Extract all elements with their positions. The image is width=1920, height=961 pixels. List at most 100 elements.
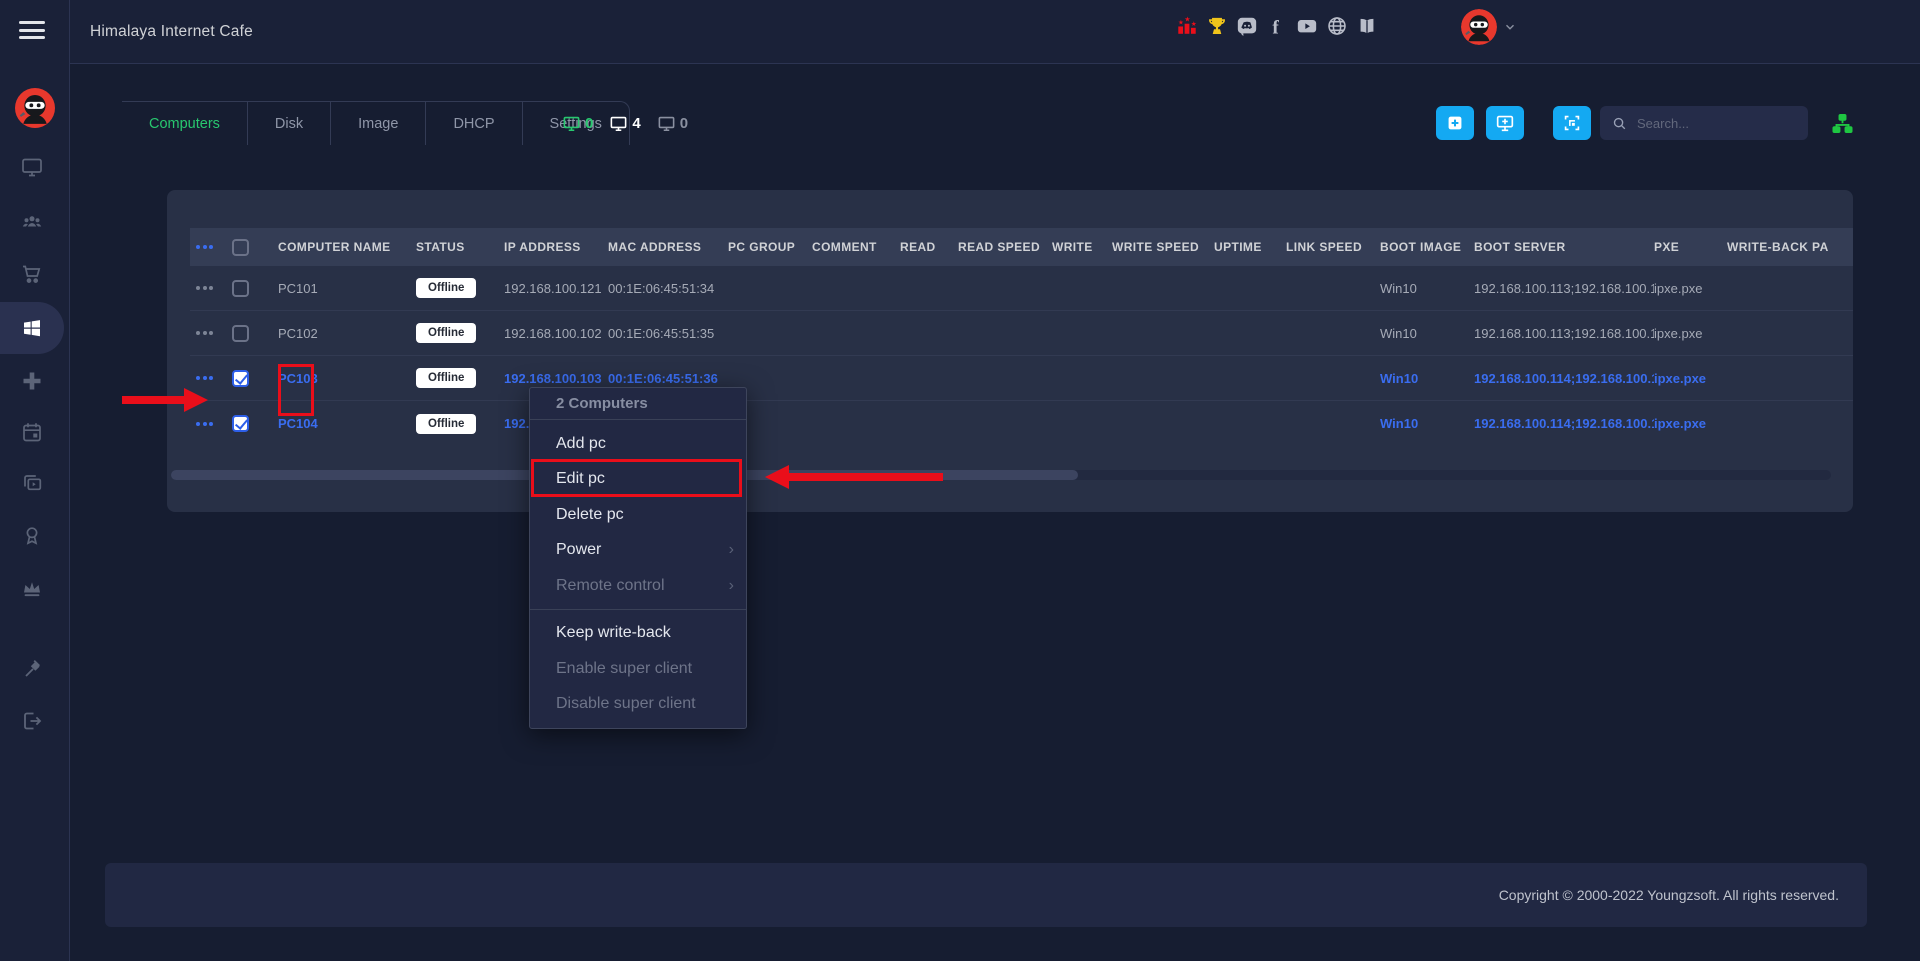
- counter-all[interactable]: 4: [609, 114, 640, 133]
- col-status: STATUS: [416, 240, 504, 254]
- menu-item-power[interactable]: Power›: [530, 533, 746, 569]
- search-input[interactable]: [1637, 116, 1796, 131]
- col-read-speed: READ SPEED: [958, 240, 1052, 254]
- sidebar-item-games[interactable]: [0, 355, 64, 407]
- row-actions-dots[interactable]: [190, 422, 232, 426]
- sidebar-item-tools[interactable]: [0, 642, 64, 694]
- annotation-arrow-head: [765, 465, 789, 489]
- cart-icon: [20, 262, 44, 286]
- counter-all-value: 4: [632, 115, 640, 132]
- row-checkbox[interactable]: [232, 325, 249, 342]
- book-icon[interactable]: [1356, 15, 1378, 37]
- counter-online-value: 0: [585, 115, 593, 132]
- svg-text:f: f: [1272, 17, 1279, 37]
- col-write-speed: WRITE SPEED: [1112, 240, 1214, 254]
- col-boot-image: BOOT IMAGE: [1380, 240, 1474, 254]
- cell-mac: 00:1E:06:45:51:34: [608, 281, 728, 296]
- sidebar-item-shop[interactable]: [0, 248, 64, 300]
- ninja-avatar[interactable]: [1461, 9, 1497, 45]
- table-row-pc102[interactable]: PC102 Offline 192.168.100.102 00:1E:06:4…: [190, 311, 1853, 356]
- annotation-rect-edit-pc: [531, 459, 742, 497]
- cell-boot-image: Win10: [1380, 326, 1474, 341]
- brand-logo-ninja[interactable]: [15, 88, 55, 128]
- col-write: WRITE: [1052, 240, 1112, 254]
- user-menu[interactable]: [1461, 9, 1517, 45]
- context-menu-header: 2 Computers: [530, 388, 746, 414]
- table-row-pc103[interactable]: PC103 Offline 192.168.100.103 00:1E:06:4…: [190, 356, 1853, 401]
- sidebar-item-calendar[interactable]: [0, 406, 64, 458]
- discord-icon[interactable]: [1236, 15, 1258, 37]
- select-all-checkbox[interactable]: [232, 239, 249, 256]
- col-computer-name: COMPUTER NAME: [278, 240, 416, 254]
- sidebar-item-premium[interactable]: [0, 562, 64, 614]
- col-pc-group: PC GROUP: [728, 240, 812, 254]
- scan-icon: [1561, 112, 1583, 134]
- row-checkbox-checked[interactable]: [232, 415, 249, 432]
- counter-offline[interactable]: 0: [657, 114, 688, 133]
- row-actions-dots[interactable]: [190, 331, 232, 335]
- crown-icon: [20, 576, 44, 600]
- menu-item-add-pc[interactable]: Add pc: [530, 426, 746, 462]
- menu-item-disable-super-client: Disable super client: [530, 687, 746, 723]
- calendar-icon: [20, 420, 44, 444]
- tab-computers[interactable]: Computers: [122, 102, 248, 145]
- ranking-icon[interactable]: ★★★: [1176, 15, 1198, 37]
- status-badge: Offline: [416, 323, 476, 343]
- counter-online[interactable]: 0: [562, 114, 593, 133]
- cell-boot-server: 192.168.100.114;192.168.100.113: [1474, 371, 1654, 386]
- left-sidebar: [0, 0, 70, 961]
- cell-computer-name: PC102: [278, 326, 416, 341]
- cell-pxe: ipxe.pxe: [1654, 326, 1727, 341]
- computers-table: COMPUTER NAME STATUS IP ADDRESS MAC ADDR…: [190, 228, 1853, 446]
- row-actions-dots[interactable]: [190, 376, 232, 380]
- sidebar-item-windows-pcs[interactable]: [0, 302, 64, 354]
- globe-icon[interactable]: [1326, 15, 1348, 37]
- facebook-icon[interactable]: f: [1266, 15, 1288, 37]
- context-menu: 2 Computers Add pc Edit pc Delete pc Pow…: [529, 387, 747, 729]
- add-button[interactable]: [1436, 106, 1474, 140]
- menu-item-delete-pc[interactable]: Delete pc: [530, 497, 746, 533]
- annotation-arrow-checkboxes: [122, 396, 184, 404]
- cell-pxe: ipxe.pxe: [1654, 371, 1727, 386]
- cell-boot-image: Win10: [1380, 371, 1474, 386]
- scan-select-button[interactable]: [1553, 106, 1591, 140]
- header-actions-dots[interactable]: [190, 245, 232, 249]
- cell-boot-server: 192.168.100.113;192.168.100.114: [1474, 281, 1654, 296]
- youtube-icon[interactable]: [1296, 15, 1318, 37]
- cell-status: Offline: [416, 323, 504, 343]
- sidebar-item-members[interactable]: [0, 196, 64, 248]
- table-header-row: COMPUTER NAME STATUS IP ADDRESS MAC ADDR…: [190, 228, 1853, 266]
- add-pc-button[interactable]: [1486, 106, 1524, 140]
- trophy-icon[interactable]: [1206, 15, 1228, 37]
- hamburger-menu-icon[interactable]: [19, 21, 45, 44]
- navbar-icon-strip: ★★★ f: [1176, 15, 1378, 37]
- cell-ip: 192.168.100.102: [504, 326, 608, 341]
- cell-boot-image: Win10: [1380, 281, 1474, 296]
- status-badge: Offline: [416, 278, 476, 298]
- table-row-pc101[interactable]: PC101 Offline 192.168.100.121 00:1E:06:4…: [190, 266, 1853, 311]
- menu-item-remote-control: Remote control›: [530, 568, 746, 604]
- sidebar-item-images[interactable]: [0, 457, 64, 509]
- sidebar-item-computers[interactable]: [0, 141, 64, 193]
- tab-image[interactable]: Image: [331, 102, 426, 145]
- sidebar-item-logout[interactable]: [0, 695, 64, 747]
- status-badge: Offline: [416, 414, 476, 434]
- network-topology-icon[interactable]: [1831, 112, 1854, 135]
- tab-disk[interactable]: Disk: [248, 102, 331, 145]
- col-link-speed: LINK SPEED: [1286, 240, 1380, 254]
- main-tabs: Computers Disk Image DHCP Settings: [122, 101, 630, 145]
- plus-square-icon: [1444, 112, 1466, 134]
- col-write-back-path: WRITE-BACK PA: [1727, 240, 1853, 254]
- menu-item-keep-write-back[interactable]: Keep write-back: [530, 616, 746, 652]
- col-read: READ: [900, 240, 958, 254]
- logout-icon: [20, 709, 44, 733]
- cell-status: Offline: [416, 368, 504, 388]
- tab-dhcp[interactable]: DHCP: [426, 102, 522, 145]
- row-actions-dots[interactable]: [190, 286, 232, 290]
- table-row-pc104[interactable]: PC104 Offline 192.1 Win10 192.168.100.11…: [190, 401, 1853, 446]
- row-checkbox[interactable]: [232, 280, 249, 297]
- cell-boot-server: 192.168.100.113;192.168.100.114: [1474, 326, 1654, 341]
- sidebar-item-award[interactable]: [0, 509, 64, 561]
- annotation-rect-checkboxes: [278, 364, 314, 416]
- row-checkbox-checked[interactable]: [232, 370, 249, 387]
